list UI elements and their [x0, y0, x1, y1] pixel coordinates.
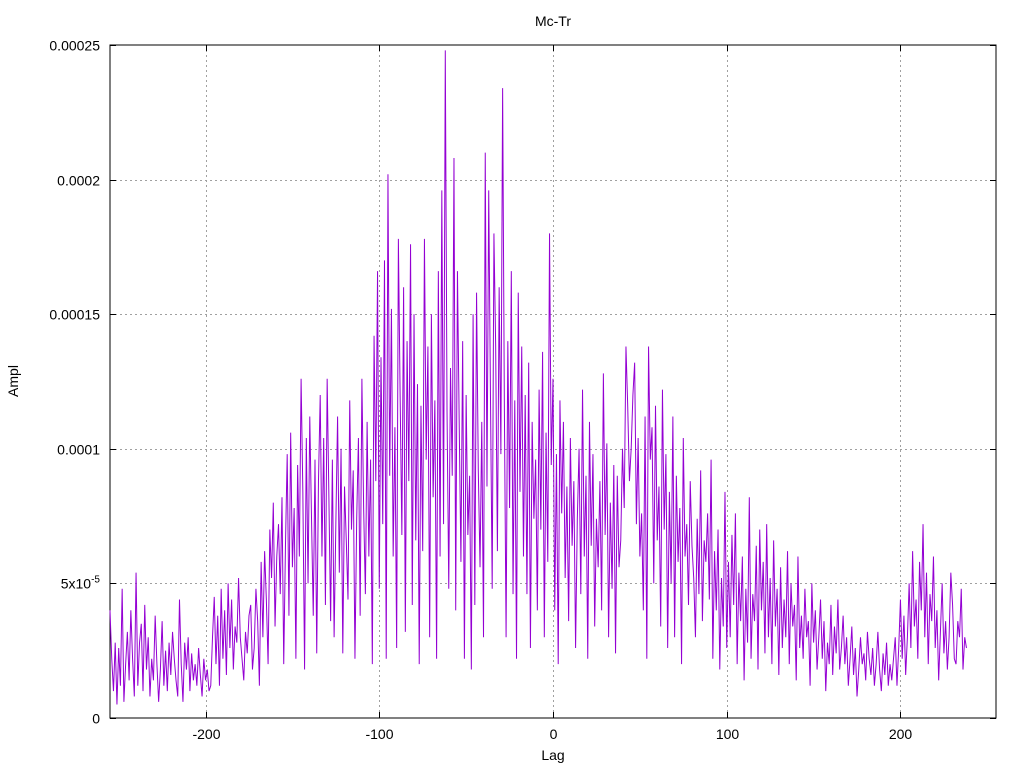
y-tick-label: 5x10-5: [61, 575, 101, 592]
y-axis-label: Ampl: [5, 365, 21, 397]
x-tick-label: 0: [550, 726, 558, 742]
y-tick-label: 0.0001: [57, 442, 100, 458]
y-tick-label: 0.00025: [49, 38, 100, 54]
x-tick-label: -100: [365, 726, 393, 742]
y-tick-label: 0.00015: [49, 307, 100, 323]
chart-title: Mc-Tr: [535, 13, 571, 29]
x-tick-label: 100: [716, 726, 740, 742]
x-tick-label: -200: [192, 726, 220, 742]
chart: -200 -100 0 100 200 0 5x10-5 0.0001 0.00015 0.000…: [5, 13, 997, 763]
y-tick-label: 0.0002: [57, 173, 100, 189]
x-tick-label: 200: [889, 726, 913, 742]
y-tick-label: 0: [92, 711, 100, 727]
series-line: [109, 50, 967, 705]
x-axis-label: Lag: [541, 747, 564, 763]
series-layer: [109, 50, 967, 705]
y-tick-exponent: -5: [91, 575, 100, 586]
